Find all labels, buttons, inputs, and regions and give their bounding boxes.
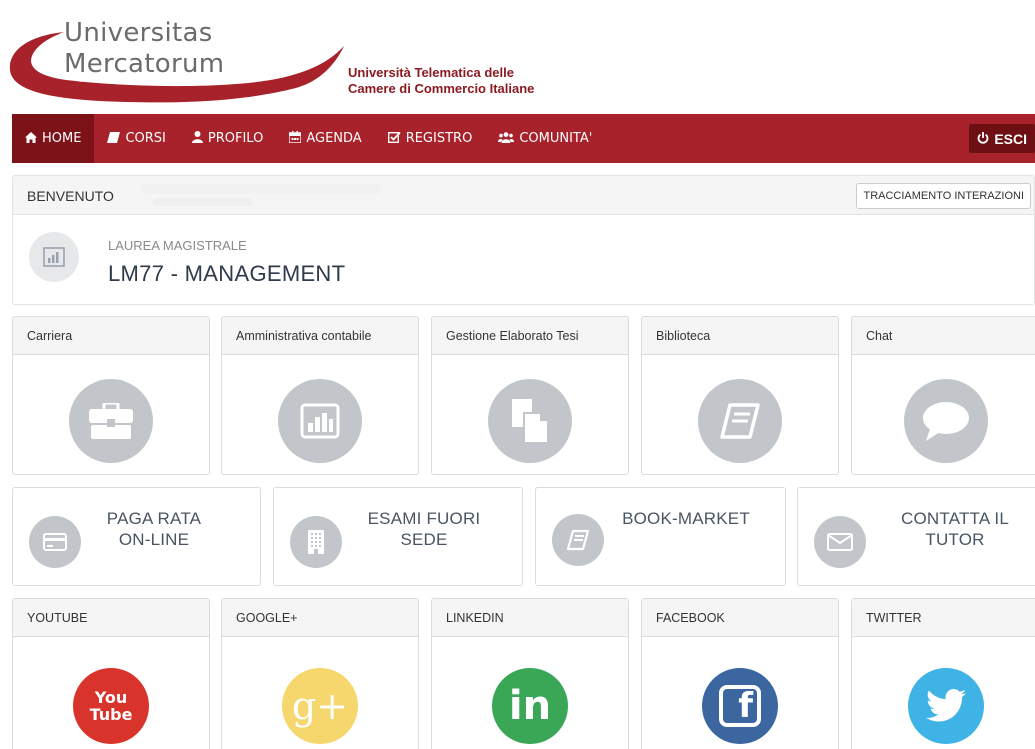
tagline-line1: Università Telematica delle <box>348 65 514 80</box>
social-tile-facebook[interactable]: FACEBOOK f <box>641 598 839 749</box>
tile-header: GOOGLE+ <box>222 599 418 637</box>
service-tile-biblioteca[interactable]: Biblioteca <box>641 316 839 475</box>
service-tile-amministrativa[interactable]: Amministrativa contabile <box>221 316 419 475</box>
action-book-market[interactable]: BOOK-MARKET <box>535 487 786 586</box>
calendar-icon <box>288 131 303 146</box>
action-label: PAGA RATA ON-LINE <box>106 509 202 549</box>
tile-header: YOUTUBE <box>13 599 209 637</box>
redacted-user-name <box>141 184 381 194</box>
book-icon <box>107 131 121 146</box>
tile-header: FACEBOOK <box>642 599 838 637</box>
nav-agenda[interactable]: AGENDA <box>276 114 374 163</box>
checkbox-icon <box>387 131 401 146</box>
users-icon <box>498 131 515 146</box>
header: Universitas Mercatorum Università Telema… <box>0 0 1035 114</box>
service-tile-chat[interactable]: Chat <box>851 316 1035 475</box>
chat-bubble-icon <box>904 379 988 463</box>
tile-header: Gestione Elaborato Tesi <box>432 317 628 355</box>
action-esami-fuori-sede[interactable]: ESAMI FUORI SEDE <box>273 487 523 586</box>
nav-profilo-label: PROFILO <box>207 131 264 146</box>
nav-home-label: HOME <box>42 131 82 146</box>
welcome-panel: BENVENUTO TRACCIAMENTO INTERAZIONI LAURE… <box>12 175 1035 305</box>
tagline-line2: Camere di Commercio Italiane <box>348 81 535 96</box>
degree-chart-icon <box>29 232 79 282</box>
welcome-title: BENVENUTO <box>27 188 114 204</box>
book-icon <box>552 514 604 566</box>
briefcase-icon <box>69 379 153 463</box>
nav-corsi-label: CORSI <box>125 131 166 146</box>
service-tile-carriera[interactable]: Carriera <box>12 316 210 475</box>
social-tile-youtube[interactable]: YOUTUBE You Tube <box>12 598 210 749</box>
envelope-icon <box>814 516 866 568</box>
tile-header: LINKEDIN <box>432 599 628 637</box>
social-tile-twitter[interactable]: TWITTER <box>851 598 1035 749</box>
documents-icon <box>488 379 572 463</box>
tile-header: Biblioteca <box>642 317 838 355</box>
logout-label: ESCI <box>994 130 1027 147</box>
tile-header: TWITTER <box>852 599 1035 637</box>
degree-type: LAUREA MAGISTRALE <box>108 238 247 253</box>
linkedin-icon: in <box>492 668 568 744</box>
home-icon <box>25 131 37 146</box>
welcome-header: BENVENUTO TRACCIAMENTO INTERAZIONI <box>13 176 1034 215</box>
tile-header: Carriera <box>13 317 209 355</box>
google-plus-icon: g+ <box>282 668 358 744</box>
main-navbar: HOME CORSI PROFILO AGENDA REGISTRO COMUN… <box>12 114 1035 163</box>
tile-header: Chat <box>852 317 1035 355</box>
twitter-icon <box>908 668 984 744</box>
service-tile-tesi[interactable]: Gestione Elaborato Tesi <box>431 316 629 475</box>
nav-comunita[interactable]: COMUNITA' <box>485 114 605 163</box>
redacted-user-info <box>153 198 253 206</box>
logo-text-line2: Mercatorum <box>64 49 225 79</box>
social-tile-linkedin[interactable]: LINKEDIN in <box>431 598 629 749</box>
nav-profilo[interactable]: PROFILO <box>179 114 276 163</box>
social-tile-googleplus[interactable]: GOOGLE+ g+ <box>221 598 419 749</box>
nav-home[interactable]: HOME <box>12 114 95 163</box>
nav-registro[interactable]: REGISTRO <box>375 114 486 163</box>
building-icon <box>290 516 342 568</box>
nav-agenda-label: AGENDA <box>306 131 362 146</box>
action-contatta-tutor[interactable]: CONTATTA IL TUTOR <box>797 487 1035 586</box>
bar-chart-icon <box>278 379 362 463</box>
logo-text-line1: Universitas <box>64 18 213 48</box>
tracking-interactions-button[interactable]: TRACCIAMENTO INTERAZIONI <box>856 183 1031 209</box>
degree-name: LM77 - MANAGEMENT <box>108 261 346 286</box>
nav-comunita-label: COMUNITA' <box>519 131 593 146</box>
youtube-icon: You Tube <box>73 668 149 744</box>
action-label: BOOK-MARKET <box>622 509 750 528</box>
credit-card-icon <box>29 516 81 568</box>
facebook-icon: f <box>702 668 778 744</box>
action-label: ESAMI FUORI SEDE <box>367 509 481 549</box>
tile-header: Amministrativa contabile <box>222 317 418 355</box>
book-icon <box>698 379 782 463</box>
logout-button[interactable]: ESCI <box>969 124 1035 153</box>
action-label: CONTATTA IL TUTOR <box>901 509 1009 549</box>
nav-corsi[interactable]: CORSI <box>94 114 178 163</box>
user-icon <box>191 131 203 146</box>
action-paga-rata[interactable]: PAGA RATA ON-LINE <box>12 487 261 586</box>
nav-registro-label: REGISTRO <box>405 131 473 146</box>
power-icon <box>977 131 989 147</box>
